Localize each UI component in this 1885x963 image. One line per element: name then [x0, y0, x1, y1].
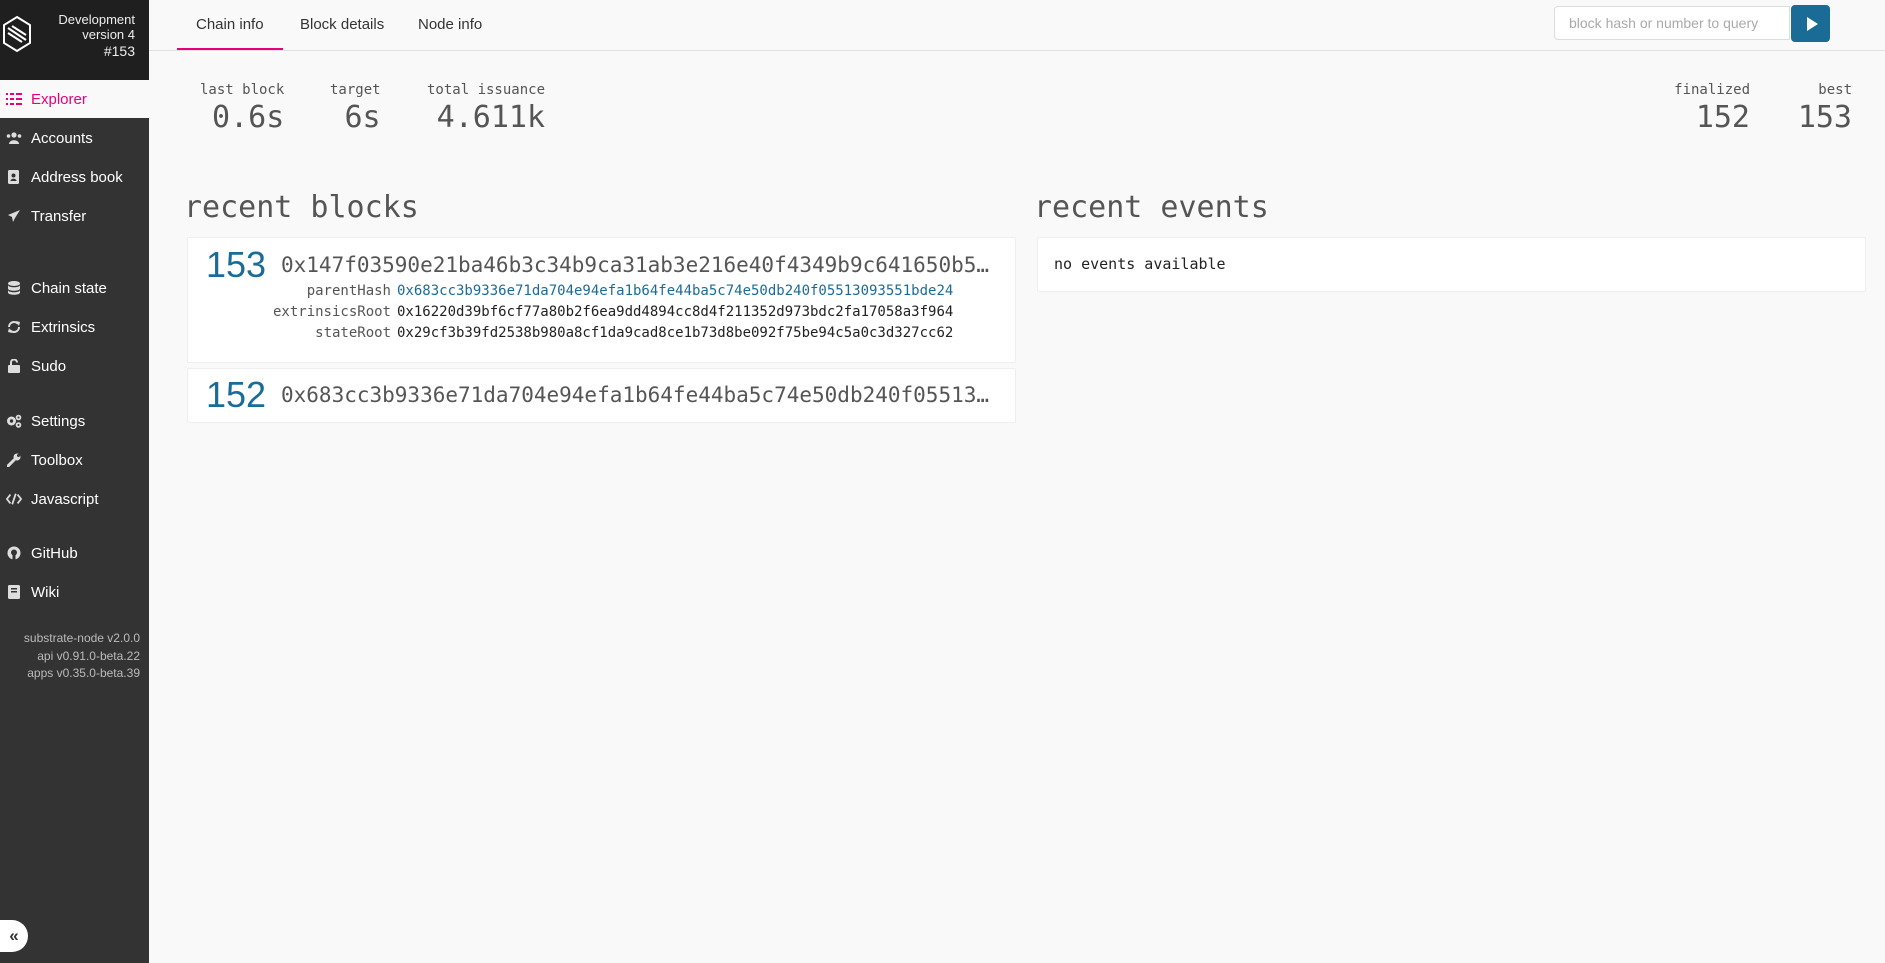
block-number-link[interactable]: 153 [206, 244, 266, 286]
block-detail-row: parentHash 0x683cc3b9336e71da704e94efa1b6… [188, 283, 954, 299]
summary-last-block: last block 0.6s [200, 82, 284, 135]
sidebar-item-toolbox[interactable]: Toolbox [0, 441, 149, 479]
summary-label: target [330, 82, 381, 98]
sidebar-item-label: Extrinsics [31, 318, 96, 336]
tab-block-details[interactable]: Block details [300, 0, 384, 49]
sidebar-item-sudo[interactable]: Sudo [0, 347, 149, 385]
version-info: substrate-node v2.0.0 api v0.91.0-beta.2… [0, 630, 140, 683]
sidebar-item-label: Wiki [31, 583, 60, 601]
no-events-message: no events available [1054, 255, 1226, 273]
recent-blocks-title: recent blocks [184, 190, 419, 225]
sidebar-item-settings[interactable]: Settings [0, 402, 149, 440]
sidebar: Development version 4 #153 Explorer Acco… [0, 0, 149, 963]
chain-version: version 4 [82, 27, 135, 42]
detail-label: extrinsicsRoot [272, 304, 391, 320]
sidebar-item-transfer[interactable]: Transfer [0, 197, 149, 235]
sidebar-item-chain-state[interactable]: Chain state [0, 269, 149, 307]
block-search-input[interactable] [1554, 6, 1790, 40]
sidebar-item-github[interactable]: GitHub [0, 534, 149, 572]
chain-best-block: #153 [103, 43, 135, 59]
chain-name: Development [58, 12, 135, 27]
sidebar-item-label: GitHub [31, 544, 78, 562]
node-version: substrate-node v2.0.0 [23, 631, 140, 645]
api-version: api v0.91.0-beta.22 [37, 648, 140, 663]
paper-plane-icon [6, 209, 22, 223]
sidebar-item-address-book[interactable]: Address book [0, 158, 149, 196]
sidebar-item-label: Explorer [31, 90, 87, 108]
summary-value: 4.611k [436, 100, 546, 135]
detail-label: parentHash [306, 283, 391, 299]
tab-node-info[interactable]: Node info [418, 0, 482, 49]
play-icon [1806, 16, 1818, 31]
database-icon [6, 281, 22, 295]
tab-chain-info[interactable]: Chain info [177, 0, 283, 50]
sidebar-item-label: Transfer [31, 207, 87, 225]
code-icon [6, 492, 22, 506]
sidebar-item-label: Settings [31, 412, 86, 430]
search-submit-button[interactable] [1791, 5, 1830, 42]
chain-info-box[interactable]: Development version 4 #153 [0, 0, 149, 80]
summary-label: last block [200, 82, 285, 98]
substrate-logo-icon [3, 15, 31, 53]
summary-best: best 153 [1798, 82, 1852, 135]
block-detail-row: stateRoot 0x29cf3b39fd2538b980a8cf1da9cad… [188, 325, 953, 341]
block-card: 152 0x683cc3b9336e71da704e94efa1b64fe44b… [187, 368, 1016, 423]
summary-finalized: finalized 152 [1674, 82, 1750, 135]
users-icon [6, 132, 22, 144]
github-icon [6, 546, 22, 560]
sidebar-item-label: Javascript [31, 490, 99, 508]
explorer-icon [6, 93, 22, 105]
block-number-link[interactable]: 152 [206, 374, 266, 416]
gears-icon [6, 414, 22, 428]
sidebar-item-label: Accounts [31, 129, 93, 147]
block-card: 153 0x147f03590e21ba46b3c34b9ca31ab3e216… [187, 237, 1016, 363]
summary-label: finalized [1674, 82, 1750, 98]
extrinsics-root-value: 0x16220d39bf6cf77a80b2f6ea9dd4894cc8d4f2… [397, 304, 954, 320]
sidebar-item-extrinsics[interactable]: Extrinsics [0, 308, 149, 346]
state-root-value: 0x29cf3b39fd2538b980a8cf1da9cad8ce1b73d8… [397, 325, 954, 341]
recent-events-title: recent events [1034, 190, 1269, 225]
summary-total-issuance: total issuance 4.611k [427, 82, 545, 135]
summary-label: total issuance [427, 82, 546, 98]
sidebar-item-label: Chain state [31, 279, 107, 297]
double-chevron-left-icon: « [9, 926, 19, 945]
wrench-icon [6, 453, 22, 467]
apps-version: apps v0.35.0-beta.39 [27, 666, 140, 680]
block-hash: 0x683cc3b9336e71da704e94efa1b64fe44ba5c7… [281, 383, 991, 407]
events-card: no events available [1037, 237, 1866, 292]
unlock-icon [6, 359, 22, 373]
summary-label: best [1818, 82, 1852, 98]
sidebar-item-explorer[interactable]: Explorer [0, 80, 149, 118]
sidebar-item-label: Toolbox [31, 451, 83, 469]
address-book-icon [6, 170, 22, 184]
sidebar-item-accounts[interactable]: Accounts [0, 119, 149, 157]
sidebar-item-label: Address book [31, 168, 123, 186]
sidebar-item-label: Sudo [31, 357, 67, 375]
sync-icon [6, 320, 22, 334]
collapse-sidebar-button[interactable]: « [0, 920, 28, 952]
summary-value: 6s [344, 100, 381, 135]
summary-value: 0.6s [212, 100, 285, 135]
parent-hash-link[interactable]: 0x683cc3b9336e71da704e94efa1b64fe44ba5c7… [397, 283, 953, 299]
block-hash: 0x147f03590e21ba46b3c34b9ca31ab3e216e40f… [281, 253, 991, 277]
summary-value: 152 [1695, 100, 1750, 135]
book-icon [6, 585, 22, 599]
detail-label: stateRoot [315, 325, 391, 341]
sidebar-item-javascript[interactable]: Javascript [0, 480, 149, 518]
summary-value: 153 [1797, 100, 1852, 135]
sidebar-item-wiki[interactable]: Wiki [0, 573, 149, 611]
block-detail-row: extrinsicsRoot 0x16220d39bf6cf77a80b2f6ea… [188, 304, 953, 320]
summary-target: target 6s [330, 82, 381, 135]
